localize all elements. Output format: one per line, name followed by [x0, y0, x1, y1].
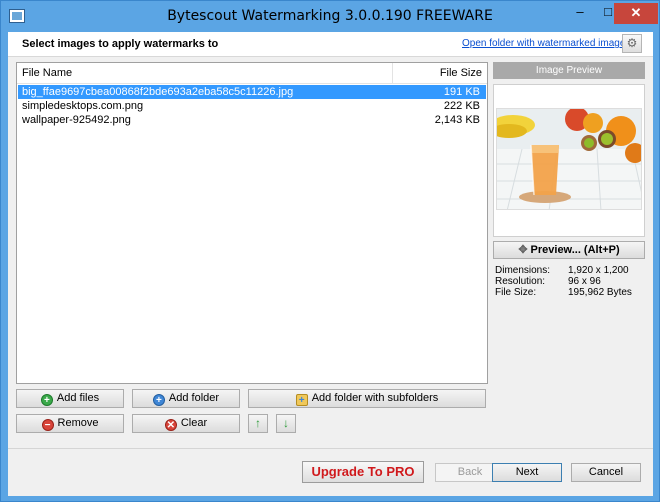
dimensions-label: Dimensions: — [495, 265, 551, 276]
fruit-drink-picture — [497, 109, 641, 209]
column-divider[interactable] — [392, 63, 393, 83]
clear-icon: ✕ — [164, 419, 177, 431]
upgrade-to-pro-button[interactable]: Upgrade To PRO — [302, 461, 424, 483]
image-preview-header: Image Preview — [493, 62, 645, 79]
add-folder-with-subfolders-button[interactable]: + Add folder with subfolders — [248, 389, 486, 408]
file-name-cell: simpledesktops.com.png — [22, 100, 144, 112]
clear-label: Clear — [180, 417, 208, 429]
clear-button[interactable]: ✕ Clear — [132, 414, 240, 433]
move-icon: ✥ — [518, 244, 528, 256]
filesize-label: File Size: — [495, 287, 537, 298]
arrow-up-icon: ↑ — [255, 416, 261, 430]
wizard-header: Select images to apply watermarks to Ope… — [8, 32, 653, 57]
remove-button[interactable]: − Remove — [16, 414, 124, 433]
plus-icon: + — [40, 394, 53, 406]
file-size-cell: 2,143 KB — [434, 114, 480, 126]
page-title: Select images to apply watermarks to — [22, 38, 219, 50]
minus-icon: − — [41, 419, 54, 431]
table-row[interactable]: wallpaper-925492.png 2,143 KB — [18, 113, 486, 127]
preview-image — [496, 108, 642, 210]
add-folder-label: Add folder — [168, 392, 220, 404]
list-header: File Name File Size — [17, 63, 487, 84]
dimensions-value: 1,920 x 1,200 — [568, 265, 629, 276]
file-name-cell: wallpaper-925492.png — [22, 114, 131, 126]
settings-button[interactable]: ⚙ — [622, 34, 642, 53]
resolution-label: Resolution: — [495, 276, 546, 287]
gear-icon: ⚙ — [626, 36, 638, 50]
column-header-file-size[interactable]: File Size — [440, 67, 482, 79]
wizard-client-area: Select images to apply watermarks to Ope… — [8, 32, 653, 496]
window-title: Bytescout Watermarking 3.0.0.190 FREEWAR… — [167, 8, 493, 24]
move-down-button[interactable]: ↓ — [276, 414, 296, 433]
add-folder-with-subfolders-label: Add folder with subfolders — [311, 392, 439, 404]
file-list[interactable]: File Name File Size big_ffae9697cbea0086… — [16, 62, 488, 384]
resolution-value: 96 x 96 — [568, 276, 601, 287]
filesize-value: 195,962 Bytes — [568, 287, 632, 298]
image-preview-frame — [493, 84, 645, 237]
minimize-button[interactable]: – — [567, 3, 593, 23]
table-row[interactable]: simpledesktops.com.png 222 KB — [18, 99, 486, 113]
add-files-label: Add files — [56, 392, 100, 404]
column-header-file-name[interactable]: File Name — [22, 67, 72, 79]
open-folder-link[interactable]: Open folder with watermarked images — [462, 38, 630, 49]
file-size-cell: 191 KB — [443, 86, 480, 98]
remove-label: Remove — [57, 417, 99, 429]
app-window: Bytescout Watermarking 3.0.0.190 FREEWAR… — [0, 0, 660, 502]
folder-plus-icon: + — [295, 394, 308, 406]
cancel-button[interactable]: Cancel — [571, 463, 641, 482]
close-button[interactable]: ✕ — [614, 3, 658, 24]
next-button[interactable]: Next — [492, 463, 562, 482]
preview-button[interactable]: ✥ Preview... (Alt+P) — [493, 241, 645, 259]
add-files-button[interactable]: + Add files — [16, 389, 124, 408]
preview-button-label: Preview... (Alt+P) — [530, 244, 620, 256]
table-row[interactable]: big_ffae9697cbea00868f2bde693a2eba58c5c1… — [18, 85, 486, 99]
file-name-cell: big_ffae9697cbea00868f2bde693a2eba58c5c1… — [22, 86, 294, 98]
arrow-down-icon: ↓ — [283, 416, 289, 430]
title-bar[interactable]: Bytescout Watermarking 3.0.0.190 FREEWAR… — [1, 1, 659, 32]
file-size-cell: 222 KB — [443, 100, 480, 112]
add-folder-button[interactable]: + Add folder — [132, 389, 240, 408]
footer-divider — [8, 448, 653, 449]
move-up-button[interactable]: ↑ — [248, 414, 268, 433]
plus-icon: + — [152, 394, 165, 406]
